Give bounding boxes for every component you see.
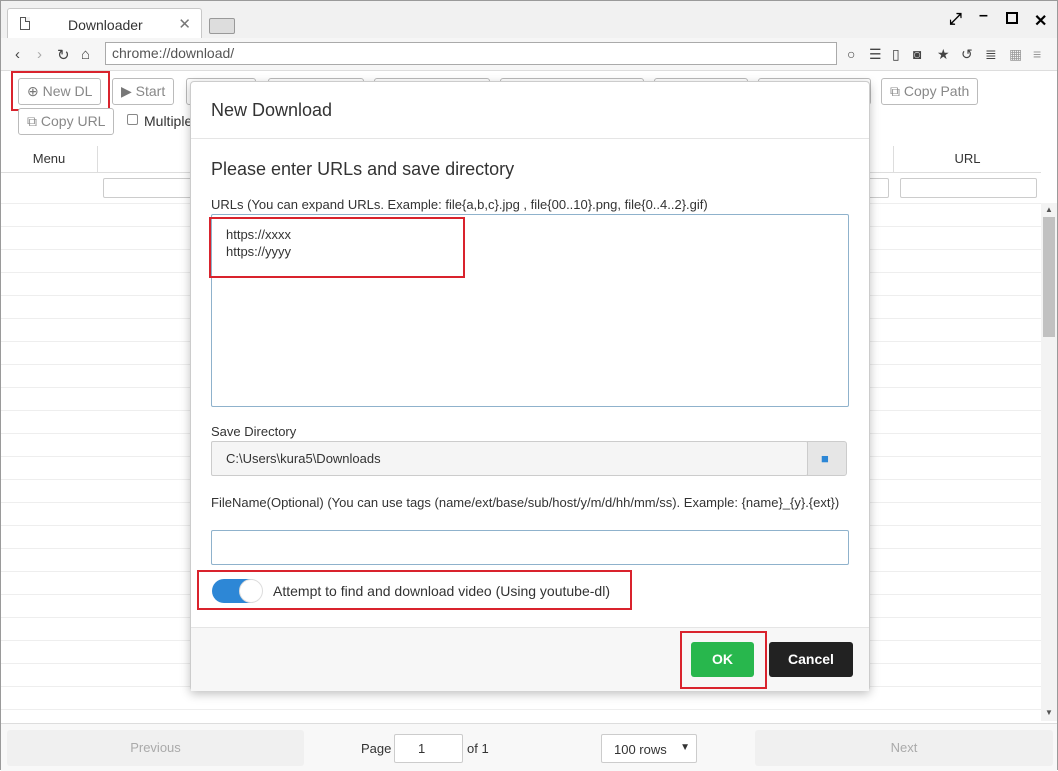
multiple-checkbox[interactable] [127, 114, 138, 125]
browser-window: Downloader ✕ ⤢ – ✕ ‹ › ↻ ⌂ chrome://down… [0, 0, 1058, 771]
play-icon: ▶ [121, 83, 132, 99]
tab-close-icon[interactable]: ✕ [178, 15, 191, 33]
copy-url-button[interactable]: ⧉ Copy URL [18, 108, 115, 135]
home-icon[interactable]: ⌂ [81, 46, 90, 63]
highlight-ok [680, 631, 767, 689]
filter-input-url[interactable] [900, 178, 1037, 198]
copy-url-label: Copy URL [40, 113, 106, 129]
circle-icon[interactable]: ○ [847, 46, 855, 62]
next-button[interactable]: Next [755, 730, 1053, 766]
highlight-video-toggle [197, 570, 632, 610]
copy-path-label: Copy Path [903, 83, 970, 99]
fullscreen-icon[interactable]: ⤢ [949, 11, 962, 29]
mobile-icon[interactable]: ▯ [892, 46, 900, 63]
address-bar-row: ‹ › ↻ ⌂ chrome://download/ ○ ☰ ▯ ◙ ★ ↺ ≣… [1, 38, 1057, 71]
multiple-label: Multiple [144, 113, 193, 129]
dialog-header: New Download [191, 82, 869, 139]
caret-down-icon: ▼ [680, 742, 690, 753]
maximize-icon[interactable] [1006, 12, 1018, 24]
start-label: Start [135, 83, 166, 99]
menu-icon[interactable]: ≡ [1033, 46, 1041, 62]
pagination-footer: Previous Page 1 of 1 100 rows ▼ Next [1, 723, 1057, 771]
dialog-heading: Please enter URLs and save directory [211, 159, 515, 179]
filename-label: FileName(Optional) (You can use tags (na… [211, 495, 840, 510]
column-header-url[interactable]: URL [894, 146, 1041, 173]
highlight-new-dl [11, 71, 110, 111]
column-header-menu[interactable]: Menu [1, 146, 98, 173]
tab-title: Downloader [68, 17, 143, 33]
page-icon [20, 17, 30, 30]
scroll-down-icon[interactable]: ▼ [1045, 708, 1053, 717]
copy-path-button[interactable]: ⧉ Copy Path [881, 78, 979, 105]
rows-select[interactable]: 100 rows ▼ [601, 734, 697, 763]
dialog-footer [191, 627, 869, 691]
minimize-icon[interactable]: – [979, 7, 988, 25]
page-count: of 1 [467, 741, 489, 756]
filter-input-2[interactable] [867, 178, 889, 198]
close-window-icon[interactable]: ✕ [1034, 11, 1047, 31]
previous-button[interactable]: Previous [7, 730, 304, 766]
page-input[interactable]: 1 [394, 734, 463, 763]
save-directory-input[interactable]: C:\Users\kura5\Downloads [211, 441, 808, 476]
history-icon[interactable]: ↺ [961, 46, 973, 63]
page-label: Page [361, 741, 392, 756]
copy-icon: ⧉ [890, 83, 900, 99]
scroll-up-icon[interactable]: ▲ [1045, 205, 1053, 214]
scrollbar-thumb[interactable] [1043, 217, 1055, 337]
film-icon[interactable]: ▦ [1009, 46, 1022, 63]
filter-input-1[interactable] [103, 178, 193, 198]
tab-downloader[interactable]: Downloader ✕ [7, 8, 202, 38]
highlight-urls [209, 217, 465, 278]
grid-row [1, 709, 1041, 710]
database-icon[interactable]: ≣ [985, 46, 997, 63]
camera-icon[interactable]: ◙ [913, 46, 921, 62]
browse-folder-button[interactable]: ■ [807, 441, 847, 476]
filename-input[interactable] [211, 530, 849, 565]
list-icon[interactable]: ☰ [869, 46, 882, 63]
new-download-dialog: New Download Please enter URLs and save … [190, 81, 870, 691]
save-directory-label: Save Directory [211, 424, 297, 439]
new-tab-button[interactable] [209, 18, 235, 34]
address-input[interactable]: chrome://download/ [105, 42, 837, 65]
urls-label: URLs (You can expand URLs. Example: file… [211, 197, 708, 212]
rows-select-value: 100 rows [614, 742, 667, 757]
cancel-button[interactable]: Cancel [769, 642, 853, 677]
copy-icon: ⧉ [27, 113, 37, 129]
start-button[interactable]: ▶ Start [112, 78, 175, 105]
title-bar: Downloader ✕ ⤢ – ✕ [1, 1, 1057, 38]
forward-icon[interactable]: › [37, 46, 42, 63]
vertical-scrollbar[interactable]: ▲ ▼ [1041, 203, 1057, 721]
reload-icon[interactable]: ↻ [57, 46, 70, 64]
back-icon[interactable]: ‹ [15, 46, 20, 63]
folder-icon: ■ [821, 451, 829, 466]
dialog-title: New Download [211, 100, 333, 120]
star-icon[interactable]: ★ [937, 46, 950, 63]
